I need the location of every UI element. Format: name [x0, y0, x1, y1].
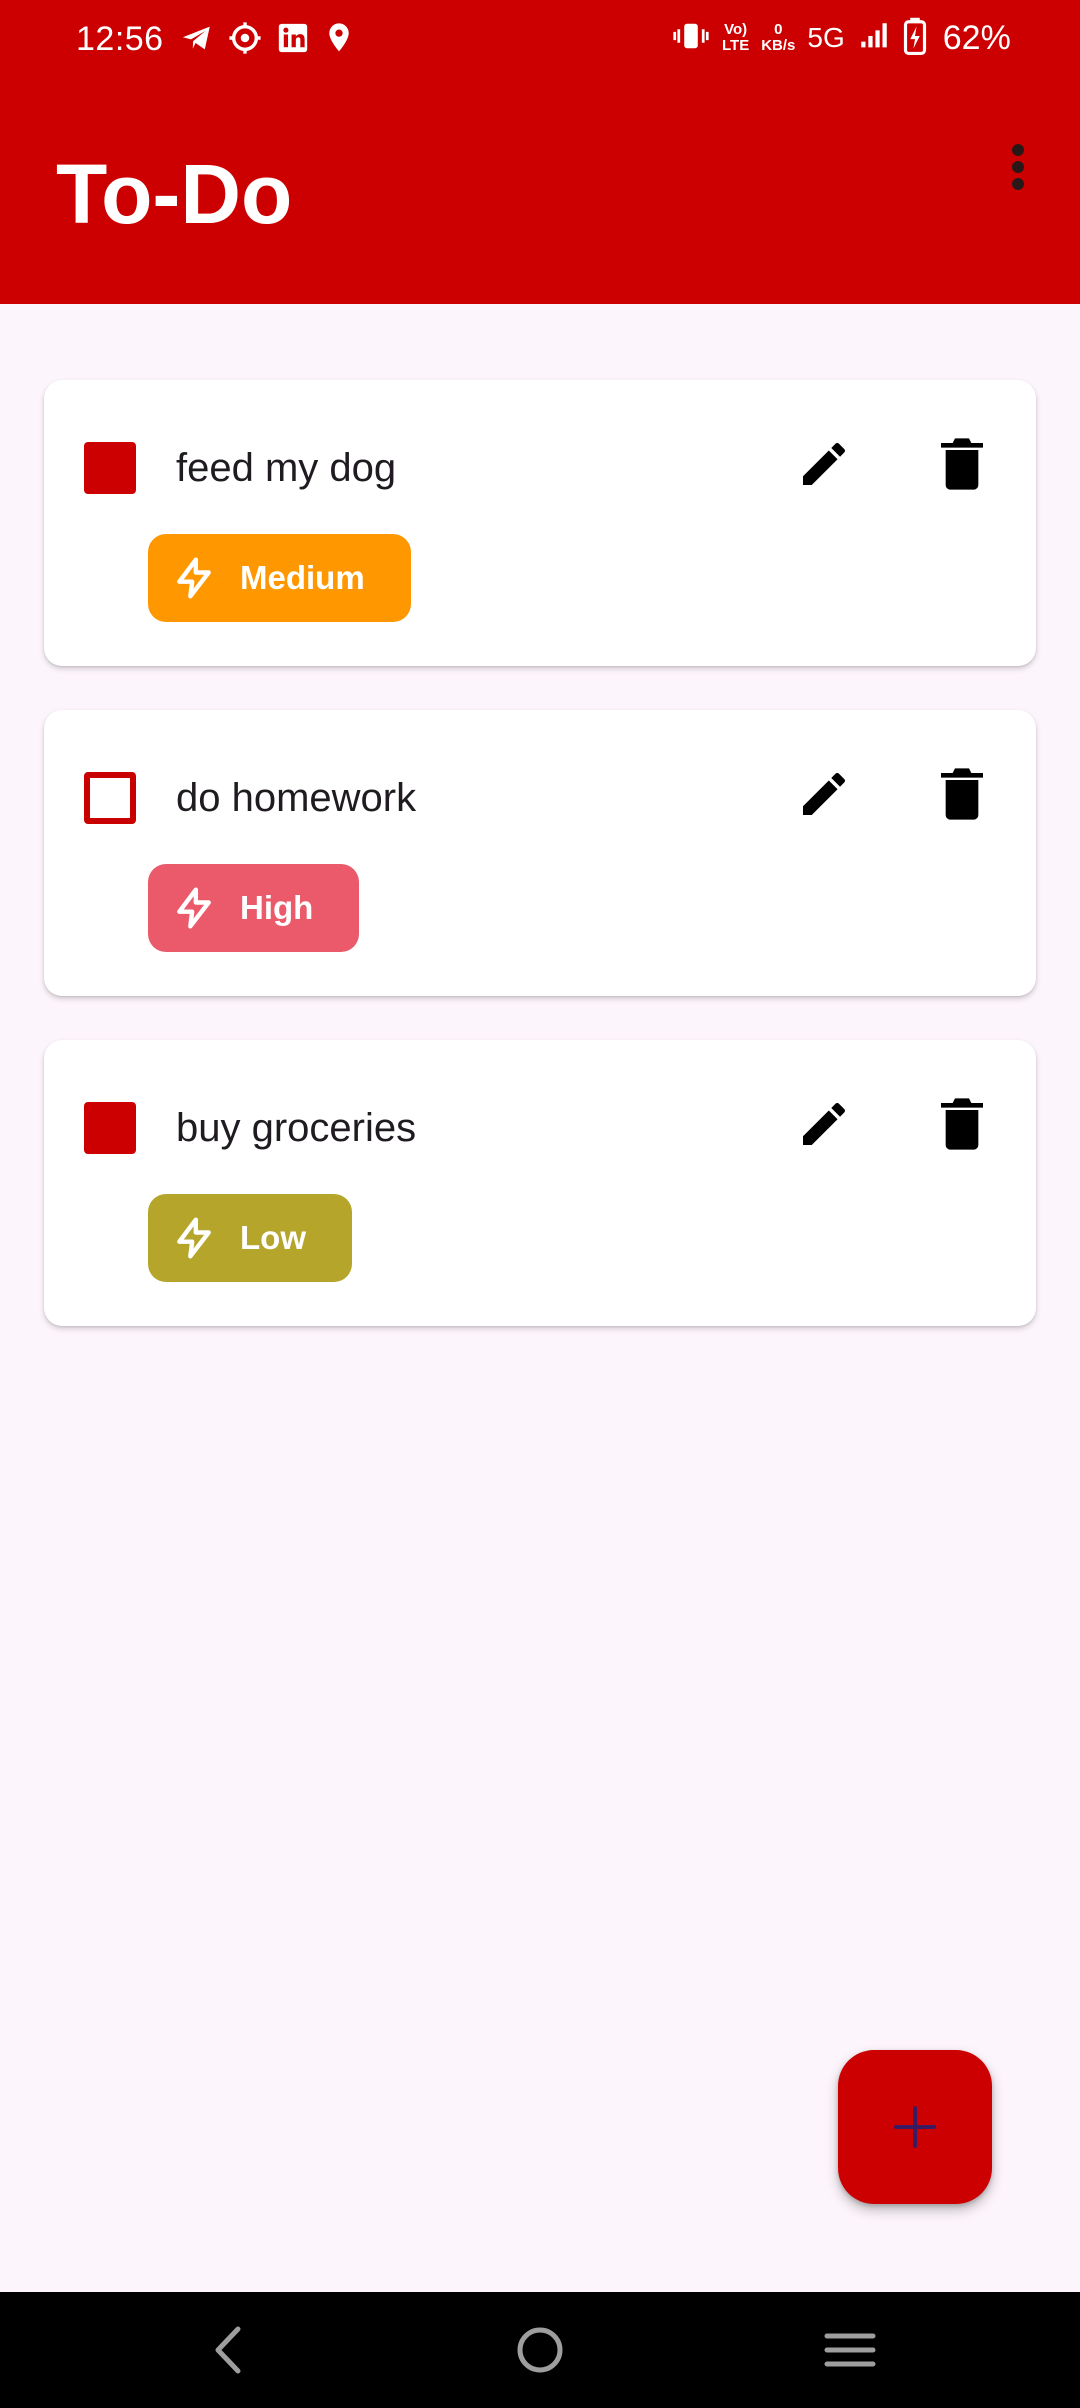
- status-time: 12:56: [76, 20, 164, 58]
- volte-top: Vo): [724, 21, 748, 38]
- vibrate-icon: [672, 19, 710, 58]
- volte-bottom: LTE: [722, 37, 750, 54]
- pencil-icon: [803, 772, 846, 815]
- task-checkbox[interactable]: [84, 442, 136, 494]
- menu-lines-icon: [824, 2333, 876, 2367]
- trash-icon: [941, 768, 983, 820]
- recents-button[interactable]: [810, 2310, 890, 2390]
- trash-icon: [941, 438, 983, 490]
- priority-chip: Low: [148, 1194, 352, 1282]
- page-title: To-Do: [56, 147, 293, 241]
- notification-icons: [180, 20, 354, 60]
- add-task-button[interactable]: [838, 2050, 992, 2204]
- battery-charging-icon: [903, 17, 927, 60]
- task-card[interactable]: buy groceries Low: [44, 1040, 1036, 1326]
- priority-label: Low: [240, 1219, 306, 1256]
- pencil-icon: [803, 1102, 846, 1145]
- bolt-icon: [177, 1217, 211, 1259]
- status-bar: 12:56 Vo) LTE 0 KB/s 5G 62%: [0, 0, 1080, 78]
- priority-label: High: [240, 889, 314, 926]
- pencil-icon: [803, 442, 846, 485]
- home-button[interactable]: [500, 2310, 580, 2390]
- delete-button[interactable]: [922, 424, 1002, 504]
- back-button[interactable]: [188, 2310, 268, 2390]
- trash-icon: [941, 1098, 983, 1150]
- edit-button[interactable]: [784, 424, 864, 504]
- priority-label: Medium: [240, 559, 365, 596]
- back-icon: [215, 2326, 241, 2374]
- task-card[interactable]: feed my dog Medium: [44, 380, 1036, 666]
- app-bar: 12:56 Vo) LTE 0 KB/s 5G 62% To-Do: [0, 0, 1080, 304]
- network-type: 5G: [807, 22, 845, 53]
- navigation-bar: [0, 2292, 1080, 2408]
- task-card[interactable]: do homework High: [44, 710, 1036, 996]
- signal-icon: [857, 19, 891, 58]
- priority-chip: High: [148, 864, 360, 952]
- task-title: buy groceries: [176, 1106, 417, 1150]
- more-vert-icon: [1012, 144, 1024, 190]
- bolt-icon: [177, 887, 211, 929]
- data-rate-value: 0: [774, 21, 783, 38]
- plus-icon: [894, 2106, 936, 2148]
- linkedin-icon: [276, 21, 310, 60]
- priority-chip: Medium: [148, 534, 411, 622]
- system-status-icons: Vo) LTE 0 KB/s 5G 62%: [672, 16, 1011, 60]
- data-rate: 0 KB/s: [761, 22, 795, 54]
- more-options-button[interactable]: [990, 132, 1046, 202]
- task-title: do homework: [176, 776, 417, 820]
- delete-button[interactable]: [922, 1084, 1002, 1164]
- task-checkbox[interactable]: [84, 772, 136, 824]
- home-circle-icon: [517, 2327, 563, 2373]
- location-icon: [324, 21, 354, 60]
- bolt-icon: [177, 557, 211, 599]
- edit-button[interactable]: [784, 1084, 864, 1164]
- edit-button[interactable]: [784, 754, 864, 834]
- delete-button[interactable]: [922, 754, 1002, 834]
- task-title: feed my dog: [176, 446, 397, 490]
- task-checkbox[interactable]: [84, 1102, 136, 1154]
- settings-sync-icon: [228, 21, 262, 60]
- telegram-icon: [180, 21, 214, 60]
- data-rate-unit: KB/s: [761, 37, 796, 54]
- battery-percent: 62%: [942, 19, 1011, 57]
- volte-indicator: Vo) LTE: [722, 22, 749, 54]
